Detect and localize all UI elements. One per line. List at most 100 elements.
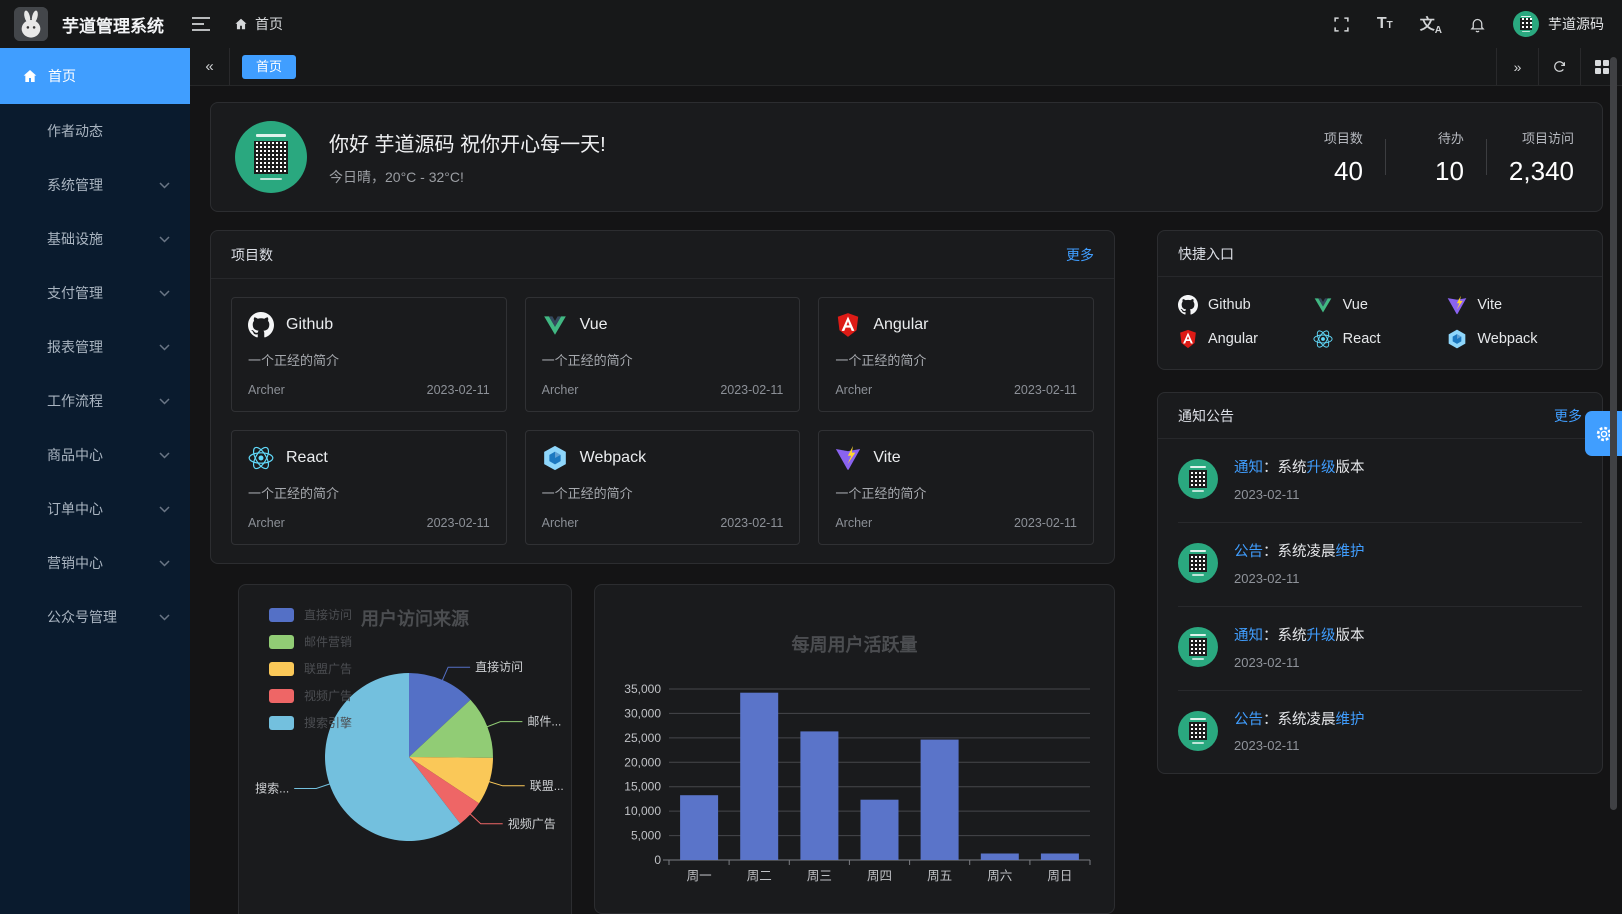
chevron-down-icon: [159, 182, 170, 189]
chevron-down-icon: [159, 614, 170, 621]
home-icon: [22, 68, 38, 84]
tab-bar: « 首页 »: [190, 48, 1622, 86]
shortcut-label: Vite: [1477, 297, 1502, 313]
shortcut-label: Webpack: [1477, 331, 1537, 347]
bell-icon[interactable]: [1469, 16, 1486, 33]
app-logo: [14, 7, 48, 41]
fullscreen-icon[interactable]: [1333, 16, 1350, 33]
shortcut-react[interactable]: React: [1313, 324, 1448, 354]
legend-item-0[interactable]: 直接访问: [269, 606, 352, 623]
chevron-down-icon: [159, 344, 170, 351]
project-card-react[interactable]: React 一个正经的简介 Archer 2023-02-11: [231, 430, 507, 545]
notice-item: 通知：系统升级版本 2023-02-11: [1178, 607, 1582, 691]
rabbit-logo-image: [14, 7, 48, 41]
menu-fold-icon[interactable]: [192, 17, 210, 31]
legend-item-1[interactable]: 邮件营销: [269, 633, 352, 650]
svg-text:周六: 周六: [987, 869, 1012, 883]
tab-home[interactable]: 首页: [242, 55, 296, 79]
legend-label: 搜索引擎: [304, 714, 352, 731]
welcome-greeting: 你好 芋道源码 祝你开心每一天!: [329, 128, 606, 157]
projects-more-link[interactable]: 更多: [1066, 245, 1094, 265]
project-desc: 一个正经的简介: [542, 483, 784, 502]
page-scrollbar-thumb[interactable]: [1610, 57, 1617, 810]
sidebar-item-mp-account[interactable]: 公众号管理: [0, 590, 190, 644]
legend-item-3[interactable]: 视频广告: [269, 687, 352, 704]
welcome-weather: 今日晴，20°C - 32°C!: [329, 167, 606, 187]
shortcut-label: Github: [1208, 297, 1251, 313]
notice-avatar: [1178, 711, 1218, 751]
sidebar-item-label: 报表管理: [47, 337, 103, 357]
left-column: 项目数 更多 Github 一个正经的简介 Archer 2023-02-11 …: [210, 230, 1115, 914]
legend-label: 直接访问: [304, 606, 352, 623]
project-card-vite[interactable]: Vite 一个正经的简介 Archer 2023-02-11: [818, 430, 1094, 545]
stat-todo: 待办 10: [1408, 128, 1464, 187]
tabs-scroll-left-button[interactable]: «: [190, 48, 230, 85]
breadcrumb-label: 首页: [255, 14, 283, 34]
project-name: Angular: [873, 316, 928, 334]
sidebar-item-label: 公众号管理: [47, 607, 117, 627]
svg-text:0: 0: [654, 853, 661, 867]
refresh-icon[interactable]: [1538, 48, 1580, 85]
notice-date: 2023-02-11: [1234, 571, 1365, 586]
legend-item-2[interactable]: 联盟广告: [269, 660, 352, 677]
language-icon[interactable]: 文A: [1420, 13, 1442, 36]
notices-more-link[interactable]: 更多: [1554, 406, 1582, 426]
project-desc: 一个正经的简介: [248, 483, 490, 502]
notices-title: 通知公告: [1178, 406, 1234, 426]
sidebar-item-report[interactable]: 报表管理: [0, 320, 190, 374]
bar-1[interactable]: [740, 693, 778, 860]
user-menu[interactable]: 芋道源码: [1513, 11, 1604, 37]
welcome-stats: 项目数 40 待办 10 项目访问 2,340: [1307, 128, 1574, 187]
project-name: Webpack: [580, 449, 646, 467]
project-author: Archer: [835, 383, 872, 397]
project-card-vue[interactable]: Vue 一个正经的简介 Archer 2023-02-11: [525, 297, 801, 412]
shortcut-vue[interactable]: Vue: [1313, 290, 1448, 320]
project-card-github[interactable]: Github 一个正经的简介 Archer 2023-02-11: [231, 297, 507, 412]
avatar: [1513, 11, 1539, 37]
bar-chart-title: 每周用户活跃量: [595, 631, 1114, 657]
shortcut-label: React: [1343, 331, 1381, 347]
svg-text:搜索...: 搜索...: [255, 781, 289, 796]
github-icon: [248, 312, 274, 338]
bar-5[interactable]: [981, 854, 1019, 861]
bar-0[interactable]: [680, 795, 718, 860]
bar-3[interactable]: [861, 800, 899, 860]
sidebar-item-home[interactable]: 首页: [0, 48, 190, 104]
legend-label: 视频广告: [304, 687, 352, 704]
sidebar-item-marketing-center[interactable]: 营销中心: [0, 536, 190, 590]
sidebar-item-infrastructure[interactable]: 基础设施: [0, 212, 190, 266]
angular-icon: [835, 312, 861, 338]
bar-4[interactable]: [921, 740, 959, 860]
sidebar-item-order-center[interactable]: 订单中心: [0, 482, 190, 536]
project-card-angular[interactable]: Angular 一个正经的简介 Archer 2023-02-11: [818, 297, 1094, 412]
breadcrumb[interactable]: 首页: [234, 14, 283, 34]
tabs-scroll-right-button[interactable]: »: [1496, 48, 1538, 85]
sidebar-item-label: 订单中心: [47, 499, 103, 519]
legend-item-4[interactable]: 搜索引擎: [269, 714, 352, 731]
notice-item: 公告：系统凌晨维护 2023-02-11: [1178, 691, 1582, 774]
project-date: 2023-02-11: [720, 516, 783, 530]
font-size-icon[interactable]: TT: [1377, 15, 1393, 33]
home-icon: [234, 17, 248, 31]
chevron-down-icon: [159, 452, 170, 459]
sidebar-item-label: 工作流程: [47, 391, 103, 411]
project-author: Archer: [542, 383, 579, 397]
shortcut-angular[interactable]: Angular: [1178, 324, 1313, 354]
project-card-webpack[interactable]: Webpack 一个正经的简介 Archer 2023-02-11: [525, 430, 801, 545]
bar-6[interactable]: [1041, 854, 1079, 861]
svg-text:35,000: 35,000: [624, 682, 661, 696]
sidebar-item-system[interactable]: 系统管理: [0, 158, 190, 212]
sidebar-item-product-center[interactable]: 商品中心: [0, 428, 190, 482]
shortcut-vite[interactable]: Vite: [1447, 290, 1582, 320]
shortcut-github[interactable]: Github: [1178, 290, 1313, 320]
sidebar-item-payment[interactable]: 支付管理: [0, 266, 190, 320]
bar-2[interactable]: [800, 731, 838, 860]
notice-title: 公告：系统凌晨维护: [1234, 711, 1365, 730]
sidebar-item-workflow[interactable]: 工作流程: [0, 374, 190, 428]
user-name: 芋道源码: [1548, 14, 1604, 34]
sidebar-item-author-dynamics[interactable]: 作者动态: [0, 104, 190, 158]
chevron-down-icon: [159, 290, 170, 297]
shortcut-webpack[interactable]: Webpack: [1447, 324, 1582, 354]
svg-text:5,000: 5,000: [631, 829, 661, 843]
svg-text:20,000: 20,000: [624, 755, 661, 769]
